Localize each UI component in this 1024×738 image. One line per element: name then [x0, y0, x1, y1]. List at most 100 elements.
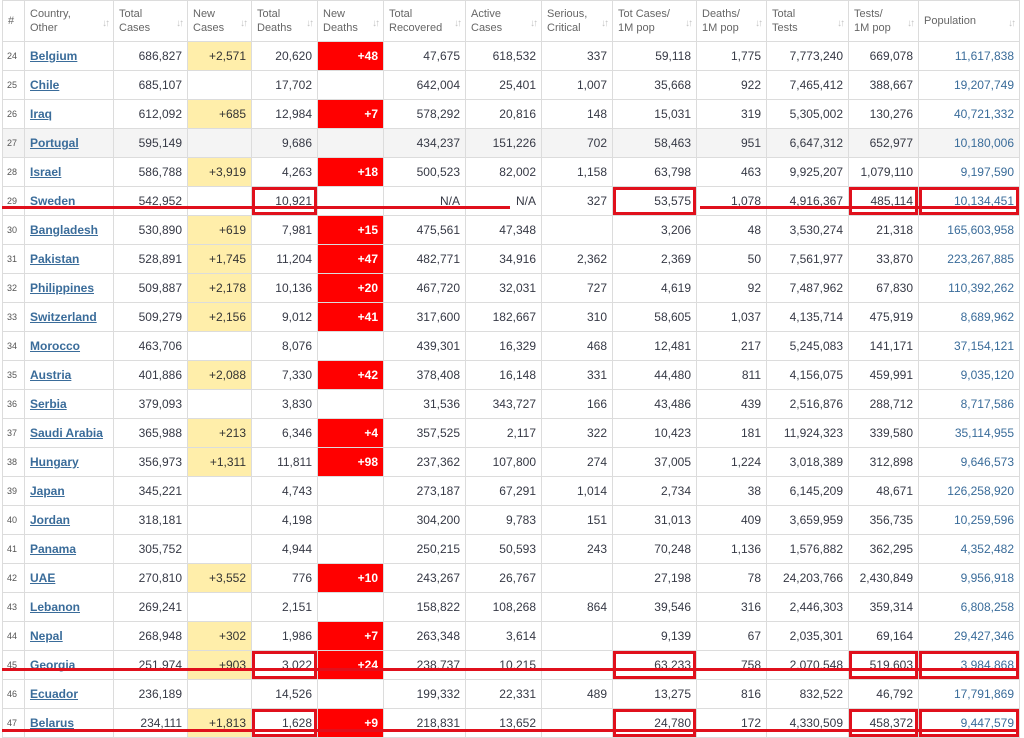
population-cell: 126,258,920 [918, 476, 1020, 506]
data-cell: 357,525 [383, 418, 466, 448]
column-header[interactable]: Total Cases ↓↑ [113, 0, 188, 42]
data-cell: 48 [696, 215, 767, 245]
table-row: 26 Iraq 612,092 +685 12,984 +7 578,292 20,816 14… [2, 99, 1020, 129]
sort-arrows-icon[interactable]: ↓↑ [530, 17, 538, 31]
data-cell: 63,233 [612, 650, 697, 680]
country-link[interactable]: Israel [30, 165, 61, 179]
sort-arrows-icon[interactable]: ↓↑ [240, 17, 248, 31]
population-cell: 10,180,006 [918, 128, 1020, 158]
new-deaths-cell [317, 476, 384, 506]
data-cell: 528,891 [113, 244, 188, 274]
country-cell: Ecuador [24, 679, 114, 709]
column-header[interactable]: Serious, Critical ↓↑ [541, 0, 613, 42]
table-row: 31 Pakistan 528,891 +1,745 11,204 +47 482,771 3… [2, 244, 1020, 274]
column-header[interactable]: Total Tests ↓↑ [766, 0, 849, 42]
country-link[interactable]: Bangladesh [30, 223, 98, 237]
country-link[interactable]: UAE [30, 571, 55, 585]
column-header-label: Active Cases [471, 8, 503, 34]
data-cell: 578,292 [383, 99, 466, 129]
new-cases-cell [187, 679, 252, 709]
rank-cell: 36 [2, 389, 25, 419]
new-deaths-cell: +4 [317, 418, 384, 448]
data-cell: 33,870 [848, 244, 919, 274]
data-cell: 218,831 [383, 708, 466, 738]
data-cell: 12,481 [612, 331, 697, 361]
country-link[interactable]: Nepal [30, 629, 63, 643]
data-cell: 475,561 [383, 215, 466, 245]
country-link[interactable]: Morocco [30, 339, 80, 353]
country-link[interactable]: Ecuador [30, 687, 78, 701]
sort-arrows-icon[interactable]: ↓↑ [601, 17, 609, 31]
sort-arrows-icon[interactable]: ↓↑ [755, 17, 763, 31]
column-header[interactable]: New Deaths ↓↑ [317, 0, 384, 42]
population-cell: 9,197,590 [918, 157, 1020, 187]
sort-arrows-icon[interactable]: ↓↑ [102, 17, 110, 31]
column-header[interactable]: Active Cases ↓↑ [465, 0, 542, 42]
country-link[interactable]: Switzerland [30, 310, 97, 324]
data-cell: 243 [541, 534, 613, 564]
data-cell: 288,712 [848, 389, 919, 419]
country-link[interactable]: Hungary [30, 455, 79, 469]
column-header-label: Country, Other [30, 8, 71, 34]
table-row: 38 Hungary 356,973 +1,311 11,811 +98 237,362 10… [2, 447, 1020, 477]
data-cell: 1,037 [696, 302, 767, 332]
data-cell: 12,984 [251, 99, 318, 129]
new-cases-cell: +302 [187, 621, 252, 651]
country-link[interactable]: Philippines [30, 281, 94, 295]
data-cell: 2,070,548 [766, 650, 849, 680]
data-cell: 322 [541, 418, 613, 448]
new-deaths-cell: +18 [317, 157, 384, 187]
country-link[interactable]: Chile [30, 78, 59, 92]
column-header[interactable]: Tests/ 1M pop ↓↑ [848, 0, 919, 42]
data-cell: 166 [541, 389, 613, 419]
country-cell: Israel [24, 157, 114, 187]
sort-arrows-icon[interactable]: ↓↑ [907, 17, 915, 31]
data-cell: 345,221 [113, 476, 188, 506]
rank-cell: 42 [2, 563, 25, 593]
rank-cell: 26 [2, 99, 25, 129]
country-cell: Philippines [24, 273, 114, 303]
new-cases-cell [187, 505, 252, 535]
data-cell: 864 [541, 592, 613, 622]
country-link[interactable]: Iraq [30, 107, 52, 121]
data-cell: 463 [696, 157, 767, 187]
sort-arrows-icon[interactable]: ↓↑ [372, 17, 380, 31]
country-cell: Morocco [24, 331, 114, 361]
column-header[interactable]: Population ↓↑ [918, 0, 1020, 42]
country-cell: Japan [24, 476, 114, 506]
table-row: 37 Saudi Arabia 365,988 +213 6,346 +4 357,525 2… [2, 418, 1020, 448]
sort-arrows-icon[interactable]: ↓↑ [1008, 17, 1016, 31]
column-header[interactable]: Total Deaths ↓↑ [251, 0, 318, 42]
country-link[interactable]: Portugal [30, 136, 79, 150]
data-cell [541, 650, 613, 680]
population-cell: 40,721,332 [918, 99, 1020, 129]
country-link[interactable]: Panama [30, 542, 76, 556]
data-cell: 1,986 [251, 621, 318, 651]
country-link[interactable]: Serbia [30, 397, 67, 411]
country-link[interactable]: Saudi Arabia [30, 426, 103, 440]
data-cell: 67 [696, 621, 767, 651]
data-cell: 463,706 [113, 331, 188, 361]
sort-arrows-icon[interactable]: ↓↑ [306, 17, 314, 31]
data-cell: 217 [696, 331, 767, 361]
data-cell: 63,798 [612, 157, 697, 187]
column-header[interactable]: Total Recovered ↓↑ [383, 0, 466, 42]
sort-arrows-icon[interactable]: ↓↑ [176, 17, 184, 31]
column-header[interactable]: Country, Other ↓↑ [24, 0, 114, 42]
data-cell: 269,241 [113, 592, 188, 622]
column-header[interactable]: Deaths/ 1M pop ↓↑ [696, 0, 767, 42]
country-link[interactable]: Japan [30, 484, 65, 498]
column-header[interactable]: Tot Cases/ 1M pop ↓↑ [612, 0, 697, 42]
sort-arrows-icon[interactable]: ↓↑ [454, 17, 462, 31]
country-link[interactable]: Belgium [30, 49, 77, 63]
country-link[interactable]: Pakistan [30, 252, 79, 266]
data-cell: 304,200 [383, 505, 466, 535]
country-link[interactable]: Jordan [30, 513, 70, 527]
sort-arrows-icon[interactable]: ↓↑ [837, 17, 845, 31]
country-link[interactable]: Austria [30, 368, 71, 382]
data-cell: 47,675 [383, 41, 466, 71]
country-link[interactable]: Lebanon [30, 600, 80, 614]
sort-arrows-icon[interactable]: ↓↑ [685, 17, 693, 31]
country-link[interactable]: Belarus [30, 716, 74, 730]
column-header[interactable]: New Cases ↓↑ [187, 0, 252, 42]
